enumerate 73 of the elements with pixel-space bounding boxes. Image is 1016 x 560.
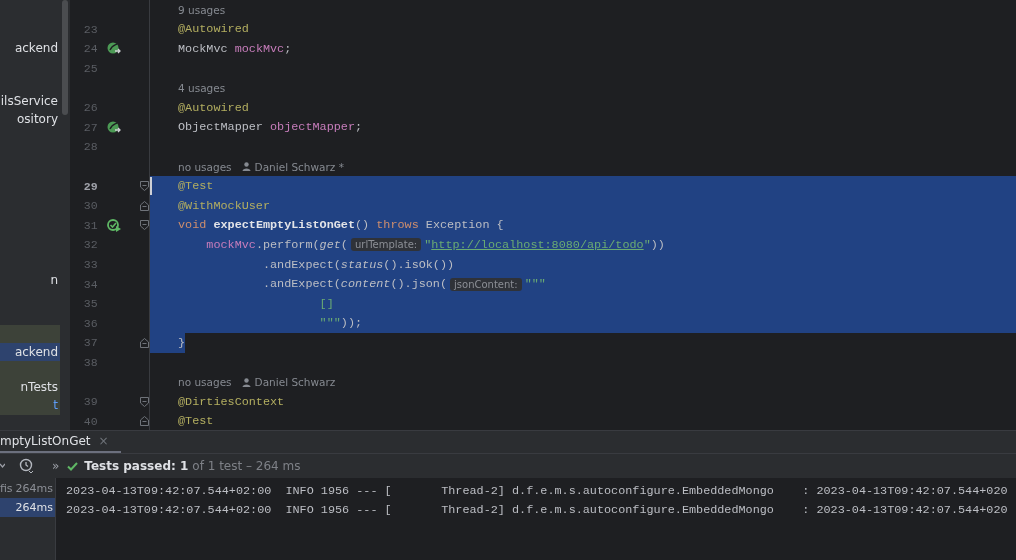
text-caret [150,177,152,195]
test-summary: of 1 test – 264 ms [192,459,301,473]
person-icon [241,377,251,387]
test-duration: 264ms [15,482,53,495]
line-number: 25 [82,62,98,76]
fold-icon[interactable] [140,416,149,427]
line-number: 34 [82,277,98,291]
code-line: @WithMockUser [178,197,271,215]
tree-item[interactable]: ilsService [0,92,60,110]
bean-icon[interactable] [107,120,122,134]
code-line: @Test [178,178,214,196]
tree-item[interactable]: ackend [0,39,60,57]
test-status: Tests passed: 1 [84,459,189,473]
line-number: 35 [82,297,98,311]
fold-icon[interactable] [140,181,149,192]
line-number: 28 [82,140,98,154]
code-line: ObjectMapper objectMapper; [178,119,363,137]
run-tab[interactable]: mptyListOnGet × [0,431,121,453]
close-icon[interactable]: × [98,434,109,448]
code-line: @Autowired [178,99,249,117]
code-line: @DirtiesContext [178,393,285,411]
test-name: fis [0,482,13,495]
usages-hint[interactable]: no usages [150,160,232,173]
test-tree-row[interactable]: 264ms [0,498,55,517]
code-line: [] [318,295,334,313]
usages-hint[interactable]: no usages [150,376,232,389]
code-line: """)); [318,315,363,333]
scrollbar-thumb[interactable] [62,0,68,115]
author-hint[interactable]: Daniel Schwarz * [254,160,344,173]
line-number: 32 [82,238,98,252]
author-hint[interactable]: Daniel Schwarz [254,376,336,389]
usages-hint[interactable]: 9 usages [150,3,226,16]
line-number: 26 [82,101,98,115]
line-number: 30 [82,199,98,213]
line-number: 36 [82,316,98,330]
code-line: @Test [178,413,214,430]
line-number: 29 [82,179,98,193]
line-number: 38 [82,356,98,369]
tree-item[interactable]: ository [0,110,60,128]
run-test-icon[interactable] [106,218,122,232]
usages-hint[interactable]: 4 usages [150,82,226,95]
fold-icon[interactable] [140,337,149,348]
code-line: .andExpect(content().json( jsonContent: """ [261,276,546,294]
code-line: mockMvc.perform(get( urlTemplate: "http://localhost:8080/api/todo")) [205,236,665,254]
line-number: 24 [82,42,98,56]
bean-icon[interactable] [107,42,122,56]
fold-icon[interactable] [140,220,149,231]
fold-icon[interactable] [140,396,149,407]
clock-icon[interactable] [19,458,34,474]
line-number: 23 [82,22,98,36]
line-number: 27 [82,120,98,134]
code-line: @Autowired [178,21,249,39]
test-tree-row[interactable]: fis 264ms [0,479,55,498]
fold-icon[interactable] [140,200,149,211]
code-line: MockMvc mockMvc; [178,41,292,58]
tree-item[interactable]: t [0,396,60,414]
code-line: .andExpect(status().isOk()) [261,256,455,274]
check-icon [67,461,79,471]
line-number: 33 [82,258,98,271]
test-duration: 264ms [15,501,53,514]
console-line: 2023-04-13T09:42:07.544+02:00 INFO 1956 --- [ Thread-2] d.f.e.m.s.autoconfigure.EmbeddedMongo : 2023-04-13T09:42:07.544+020 [66,502,1009,519]
line-number: 37 [82,336,98,350]
tree-item[interactable]: ackend [0,343,60,361]
line-number: 31 [82,218,98,232]
code-line: void expectEmptyListOnGet() throws Exception { [178,217,504,235]
person-icon [241,162,251,172]
console-line: 2023-04-13T09:42:07.544+02:00 INFO 1956 --- [ Thread-2] d.f.e.m.s.autoconfigure.EmbeddedMongo : 2023-04-13T09:42:07.544+020 [66,483,1009,500]
chevron-icon[interactable] [0,462,5,470]
line-number: 40 [82,414,98,428]
more-button[interactable]: » [52,459,60,473]
line-number: 39 [82,395,98,409]
tree-item[interactable]: n [0,271,60,289]
tree-item[interactable]: nTests [0,378,60,396]
